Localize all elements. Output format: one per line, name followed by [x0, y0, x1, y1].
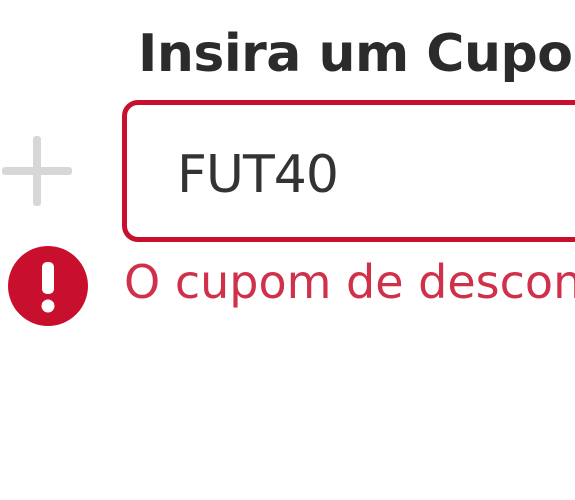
coupon-title: Insira um Cupom — [138, 24, 575, 84]
coupon-error-message: O cupom de desconto — [124, 255, 575, 309]
exclamation-circle-icon — [8, 246, 88, 326]
coupon-input-box[interactable] — [122, 100, 575, 242]
plus-icon[interactable] — [2, 136, 72, 206]
plus-icon-vertical-bar — [33, 136, 41, 206]
coupon-input[interactable] — [177, 143, 575, 207]
coupon-panel: Insira um Cupom O cupom de desconto — [0, 0, 575, 500]
exclamation-mark-glyph — [41, 262, 55, 313]
